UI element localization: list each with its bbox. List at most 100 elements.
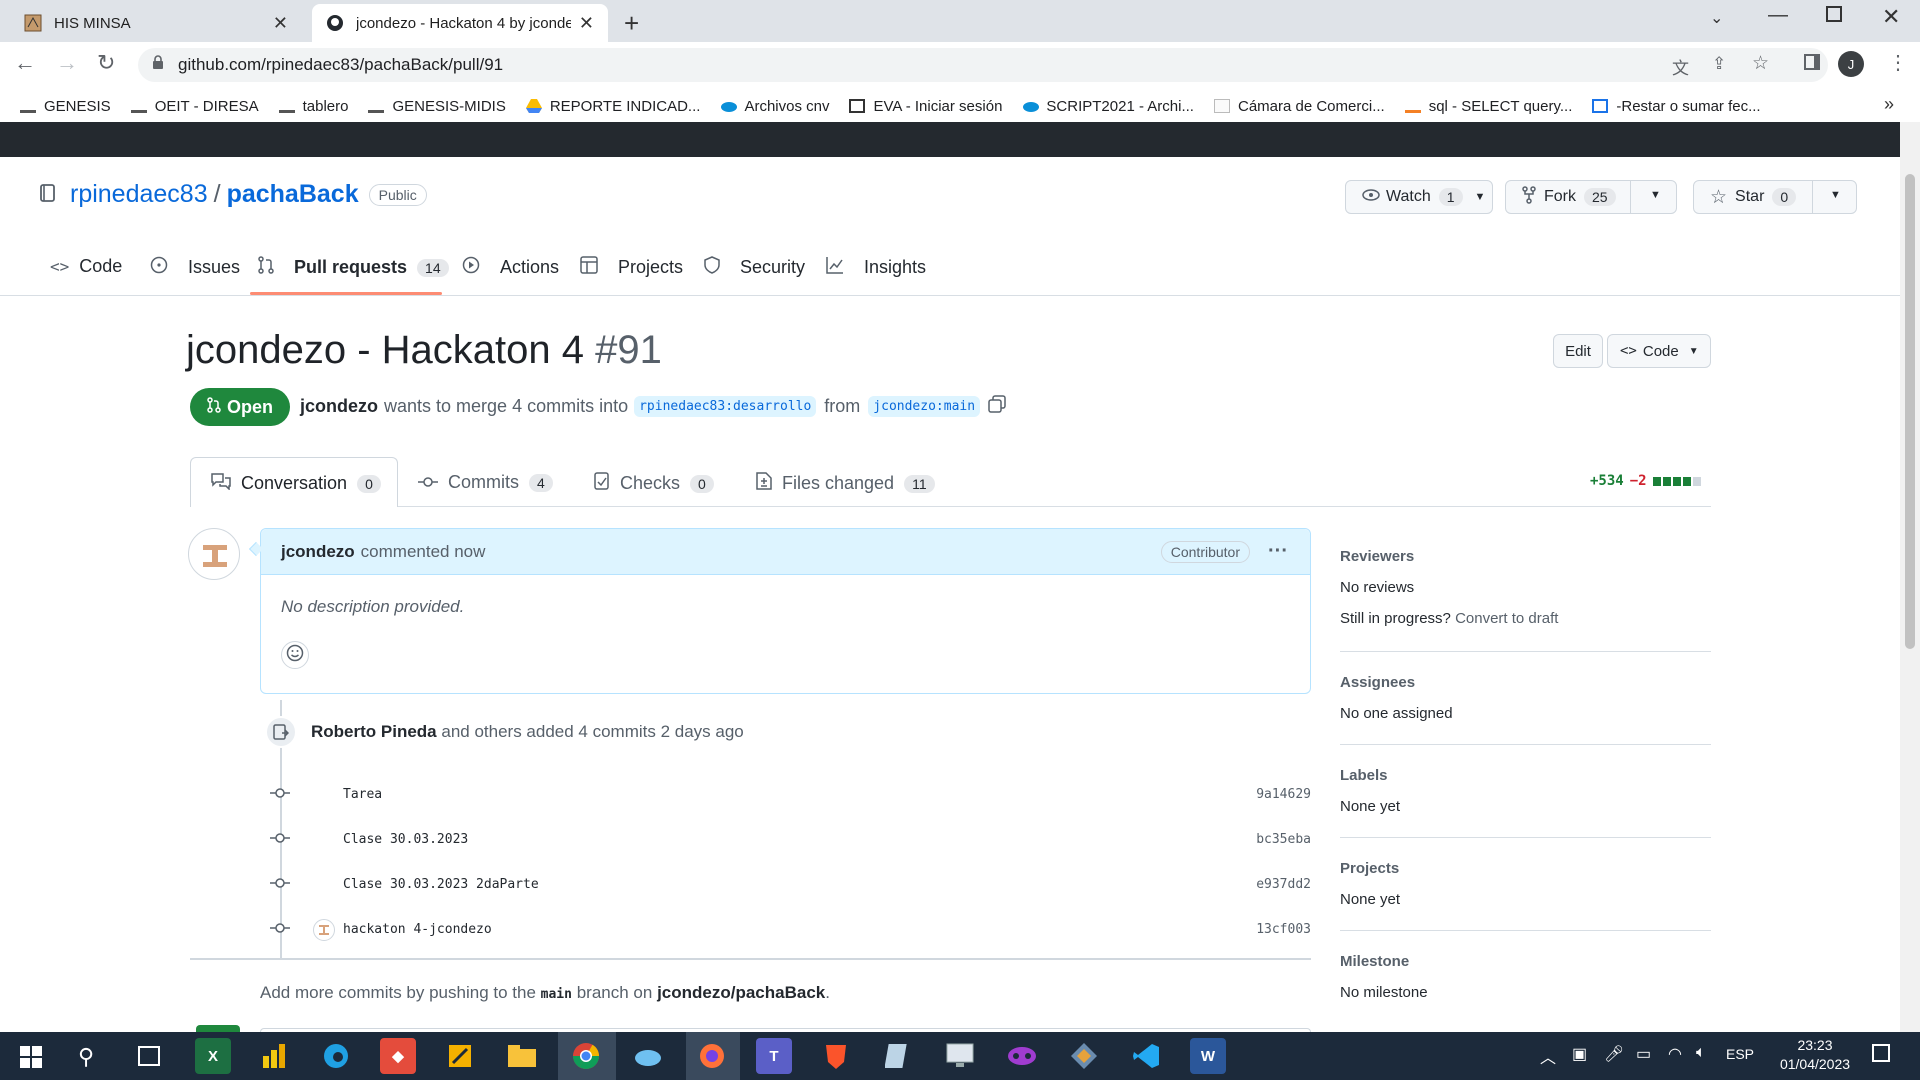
bookmark-star-icon[interactable]: ☆ xyxy=(1752,52,1769,75)
nav-issues[interactable]: Issues xyxy=(150,256,240,279)
bookmark-genesis[interactable]: GENESIS xyxy=(20,98,111,115)
git-kraken-icon[interactable] xyxy=(1066,1038,1102,1074)
share-icon[interactable]: ⇪ xyxy=(1712,54,1726,74)
commit-sha-link[interactable]: 13cf003 xyxy=(1256,922,1311,937)
commits-event-author[interactable]: Roberto Pineda xyxy=(311,722,437,741)
input-language[interactable]: ESP xyxy=(1726,1046,1754,1062)
mask-app-icon[interactable] xyxy=(1004,1038,1040,1074)
edit-button[interactable]: Edit xyxy=(1553,334,1603,368)
commit-message-link[interactable]: Clase 30.03.2023 2daParte xyxy=(343,877,1256,892)
commit-message-link[interactable]: Clase 30.03.2023 xyxy=(343,832,1256,847)
repo-owner-link[interactable]: rpinedaec83 xyxy=(70,180,208,209)
commit-message-link[interactable]: hackaton 4-jcondezo xyxy=(343,922,1256,937)
search-icon[interactable]: ⚲ xyxy=(78,1044,94,1070)
code-dropdown-button[interactable]: <> Code ▼ xyxy=(1607,334,1711,368)
caret-down-icon[interactable]: ▼ xyxy=(1830,189,1841,201)
teams-icon[interactable]: T xyxy=(756,1038,792,1074)
projects-heading[interactable]: Projects xyxy=(1340,860,1711,877)
restore-icon[interactable] xyxy=(1826,6,1842,22)
microphone-icon[interactable]: 🎤︎ xyxy=(1604,1044,1624,1064)
watch-button[interactable]: Watch 1 ▼ xyxy=(1345,180,1493,214)
power-bi-icon[interactable] xyxy=(256,1038,292,1074)
scrollbar-thumb[interactable] xyxy=(1905,174,1915,649)
bookmark-eva[interactable]: EVA - Iniciar sesión xyxy=(849,98,1002,115)
copy-icon[interactable] xyxy=(988,395,1006,418)
new-tab-icon[interactable]: + xyxy=(624,8,639,39)
repo-link[interactable]: jcondezo/pachaBack xyxy=(657,983,825,1002)
translate-icon[interactable]: ⽂ xyxy=(1672,54,1689,79)
browser-menu-icon[interactable]: ⋮ xyxy=(1888,50,1908,75)
address-bar[interactable]: github.com/rpinedaec83/pachaBack/pull/91 xyxy=(138,48,1828,82)
tab-search-icon[interactable]: ⌄ xyxy=(1710,8,1723,28)
tab-checks[interactable]: Checks 0 xyxy=(594,472,714,495)
kebab-menu-icon[interactable]: ··· xyxy=(1268,540,1288,563)
nav-actions[interactable]: Actions xyxy=(462,256,559,279)
nav-insights[interactable]: Insights xyxy=(826,256,926,279)
caret-down-icon[interactable]: ▼ xyxy=(1650,189,1661,201)
bookmark-reporte[interactable]: REPORTE INDICAD... xyxy=(525,98,700,115)
profile-avatar[interactable]: J xyxy=(1838,51,1864,77)
base-branch[interactable]: rpinedaec83:desarrollo xyxy=(634,396,817,417)
battery-icon[interactable]: ▭ xyxy=(1636,1044,1651,1064)
task-view-icon[interactable] xyxy=(138,1046,160,1066)
bookmark-genesis-midis[interactable]: GENESIS-MIDIS xyxy=(368,98,506,115)
browser-tab-github-pr[interactable]: jcondezo - Hackaton 4 by jconde ✕ xyxy=(312,4,608,42)
tab-conversation[interactable]: Conversation 0 xyxy=(190,457,398,507)
word-icon[interactable]: W xyxy=(1190,1038,1226,1074)
notifications-icon[interactable] xyxy=(1872,1044,1890,1062)
browser-tab-his-minsa[interactable]: HIS MINSA ✕ xyxy=(10,4,302,42)
bookmark-sql[interactable]: sql - SELECT query... xyxy=(1404,98,1572,115)
repo-name-link[interactable]: pachaBack xyxy=(227,180,359,209)
tray-overflow-icon[interactable]: ︿ xyxy=(1540,1044,1556,1068)
brave-icon[interactable] xyxy=(818,1038,854,1074)
bookmark-tablero[interactable]: tablero xyxy=(278,98,348,115)
add-reaction-button[interactable] xyxy=(281,641,309,669)
nav-code[interactable]: <> Code xyxy=(50,256,122,277)
excel-icon[interactable]: X xyxy=(195,1038,231,1074)
tab-files-changed[interactable]: Files changed 11 xyxy=(756,472,935,495)
labels-heading[interactable]: Labels xyxy=(1340,767,1711,784)
nav-security[interactable]: Security xyxy=(704,256,805,279)
tab-commits[interactable]: Commits 4 xyxy=(418,472,553,493)
volume-icon[interactable]: 🔈︎ xyxy=(1696,1044,1706,1062)
side-panel-icon[interactable] xyxy=(1804,54,1820,70)
assignees-heading[interactable]: Assignees xyxy=(1340,674,1711,691)
star-button[interactable]: ☆ Star 0 ▼ xyxy=(1693,180,1857,214)
file-explorer-icon[interactable] xyxy=(504,1038,540,1074)
close-tab-icon[interactable]: ✕ xyxy=(273,13,288,34)
bookmark-script2021[interactable]: SCRIPT2021 - Archi... xyxy=(1022,98,1194,115)
avatar[interactable] xyxy=(313,918,335,941)
convert-to-draft-link[interactable]: Convert to draft xyxy=(1455,610,1558,627)
bookmark-oeit-diresa[interactable]: OEIT - DIRESA xyxy=(130,98,259,115)
weather-app-icon[interactable] xyxy=(630,1038,666,1074)
bookmark-camara[interactable]: Cámara de Comerci... xyxy=(1213,98,1385,115)
reload-icon[interactable]: ↻ xyxy=(97,50,115,76)
commit-message-link[interactable]: Tarea xyxy=(343,787,1256,802)
nav-pull-requests[interactable]: Pull requests 14 xyxy=(258,256,449,279)
firefox-icon[interactable] xyxy=(694,1038,730,1074)
system-clock[interactable]: 23:23 01/04/2023 xyxy=(1770,1036,1860,1074)
fork-button[interactable]: Fork 25 ▼ xyxy=(1505,180,1677,214)
edge-icon[interactable] xyxy=(318,1038,354,1074)
close-tab-icon[interactable]: ✕ xyxy=(579,13,594,34)
milestone-heading[interactable]: Milestone xyxy=(1340,953,1711,970)
bookmark-archivos-cnv[interactable]: Archivos cnv xyxy=(720,98,829,115)
forward-icon[interactable]: → xyxy=(56,50,78,76)
bookmark-restar[interactable]: -Restar o sumar fec... xyxy=(1592,98,1761,115)
avatar[interactable] xyxy=(188,528,240,580)
minimize-icon[interactable]: — xyxy=(1768,4,1788,27)
snipping-tool-icon[interactable] xyxy=(442,1038,478,1074)
commit-sha-link[interactable]: 9a14629 xyxy=(1256,787,1311,802)
windows-start-icon[interactable] xyxy=(20,1046,42,1073)
anydesk-icon[interactable]: ◆ xyxy=(380,1038,416,1074)
remote-desktop-icon[interactable] xyxy=(942,1038,978,1074)
vscode-icon[interactable] xyxy=(1128,1038,1164,1074)
meet-now-icon[interactable]: ▣ xyxy=(1572,1044,1587,1064)
wifi-icon[interactable]: ◠ xyxy=(1668,1044,1682,1064)
commit-sha-link[interactable]: e937dd2 xyxy=(1256,877,1311,892)
head-branch[interactable]: jcondezo:main xyxy=(868,396,981,417)
back-icon[interactable]: ← xyxy=(14,50,36,76)
reviewers-heading[interactable]: Reviewers xyxy=(1340,548,1711,565)
nav-projects[interactable]: Projects xyxy=(580,256,683,279)
bookmarks-overflow-icon[interactable]: » xyxy=(1884,94,1894,115)
